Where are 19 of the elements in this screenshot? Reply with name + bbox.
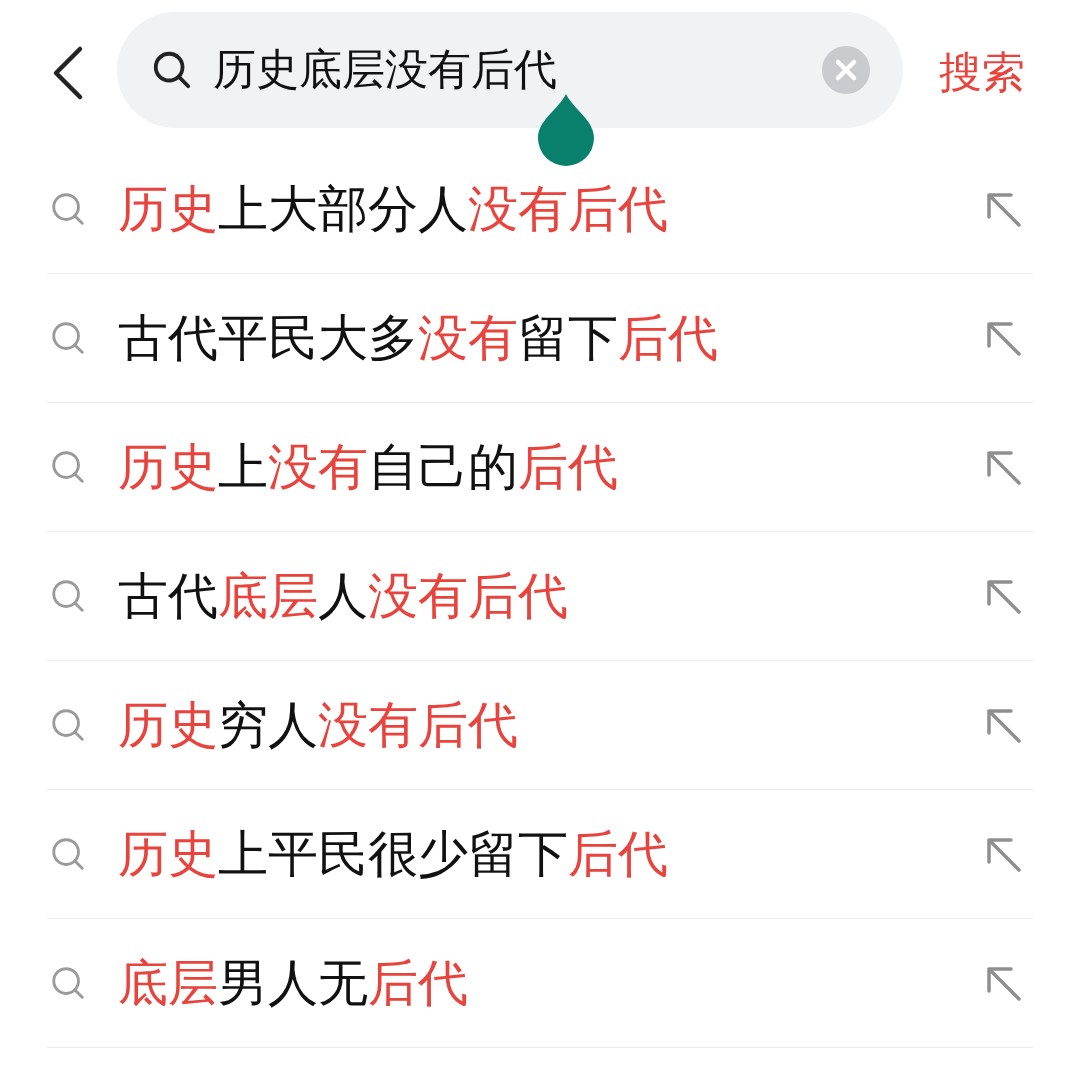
- suggestion-item[interactable]: 古代平民大多没有留下后代: [47, 274, 1033, 403]
- suggestion-item[interactable]: 历史上平民很少留下后代: [47, 790, 1033, 919]
- suggestion-item[interactable]: 历史穷人没有后代: [47, 661, 1033, 790]
- search-field[interactable]: 历史底层没有后代: [117, 11, 903, 128]
- suggestion-item[interactable]: 底层男人无后代: [47, 919, 1033, 1048]
- search-icon: [49, 835, 87, 873]
- search-query: 历史底层没有后代: [213, 43, 557, 94]
- suggestion-item[interactable]: 古代底层人没有后代: [47, 532, 1033, 661]
- suggestion-item[interactable]: 历史上大部分人没有后代: [47, 145, 1033, 274]
- search-icon: [49, 190, 87, 228]
- suggestion-item[interactable]: 历史上没有自己的后代: [47, 403, 1033, 532]
- search-icon: [49, 448, 87, 486]
- cursor-handle-icon[interactable]: [536, 94, 596, 166]
- clear-icon[interactable]: [821, 44, 871, 95]
- search-button[interactable]: 搜索: [939, 43, 1025, 102]
- search-icon: [49, 964, 87, 1002]
- search-icon: [49, 577, 87, 615]
- search-icon: [49, 706, 87, 744]
- search-icon: [49, 319, 87, 357]
